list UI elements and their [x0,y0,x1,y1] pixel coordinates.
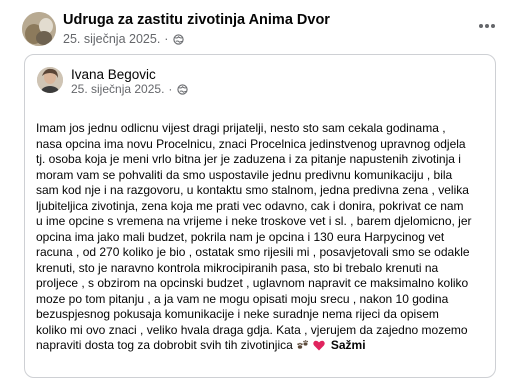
post-line: koliko mi ovo znaci , veliko hvala draga… [36,322,468,337]
post-line: moram vam se pohvaliti da smo uspostavil… [36,167,453,182]
page-post-date[interactable]: 25. siječnja 2025. [63,32,160,46]
paw-prints-icon [297,340,309,349]
meta-separator: · [168,82,173,96]
post-line: nasa opcina ima novu Procelnicu, znaci P… [36,136,466,151]
post-line: proljece , s obzirom na opcinski budzet … [36,276,469,290]
globe-icon[interactable] [173,33,185,45]
page-avatar[interactable] [22,12,56,46]
author-name[interactable]: Ivana Begovic [71,67,156,82]
page-post-meta: 25. siječnja 2025. · [63,32,185,46]
see-less-button[interactable]: Sažmi [331,338,366,352]
post-line: moze po tom pitanju , a ja vam ne mogu o… [36,291,449,306]
post-line-text: napraviti dosta tog za dobrobit svih tih… [36,338,293,352]
post-line: bezuspjesnog pokusaja komunikacije i nek… [36,307,439,321]
post-line: Imam jos jednu odlicnu vijest dragi prij… [36,121,446,135]
post-line: opcina ima jako mali budzet, pokrila nam… [36,229,445,244]
more-options-icon[interactable] [478,14,496,32]
post-line: sam kod nje i na razgovoru, u kontaktu s… [36,183,469,197]
post-line: tj. osoba koja je meni vrlo bitna jer je… [36,152,461,166]
author-avatar[interactable] [37,67,63,93]
meta-separator: · [164,32,169,46]
page-avatar-image [22,12,56,46]
author-avatar-image [37,67,63,93]
post-body: Imam jos jednu odlicnu vijest dragi prij… [36,121,486,354]
post-line: u ime opcine s vremena na vrijeme i neke… [36,214,472,228]
post-last-line: napraviti dosta tog za dobrobit svih tih… [36,338,486,354]
page-name[interactable]: Udruga za zastitu zivotinja Anima Dvor [63,12,330,28]
shared-post-meta: 25. siječnja 2025. · [71,82,189,96]
post-line: ljubiteljica zivotinja, zena koja me pra… [36,198,464,213]
red-heart-icon [312,340,325,351]
globe-icon[interactable] [177,83,189,95]
post-line: racuna , od 270 koliko je bio , ostatak … [36,245,470,259]
shared-post-date[interactable]: 25. siječnja 2025. [71,82,164,96]
post-line: krenuti, sto je naravno kontrola mikroci… [36,260,439,275]
